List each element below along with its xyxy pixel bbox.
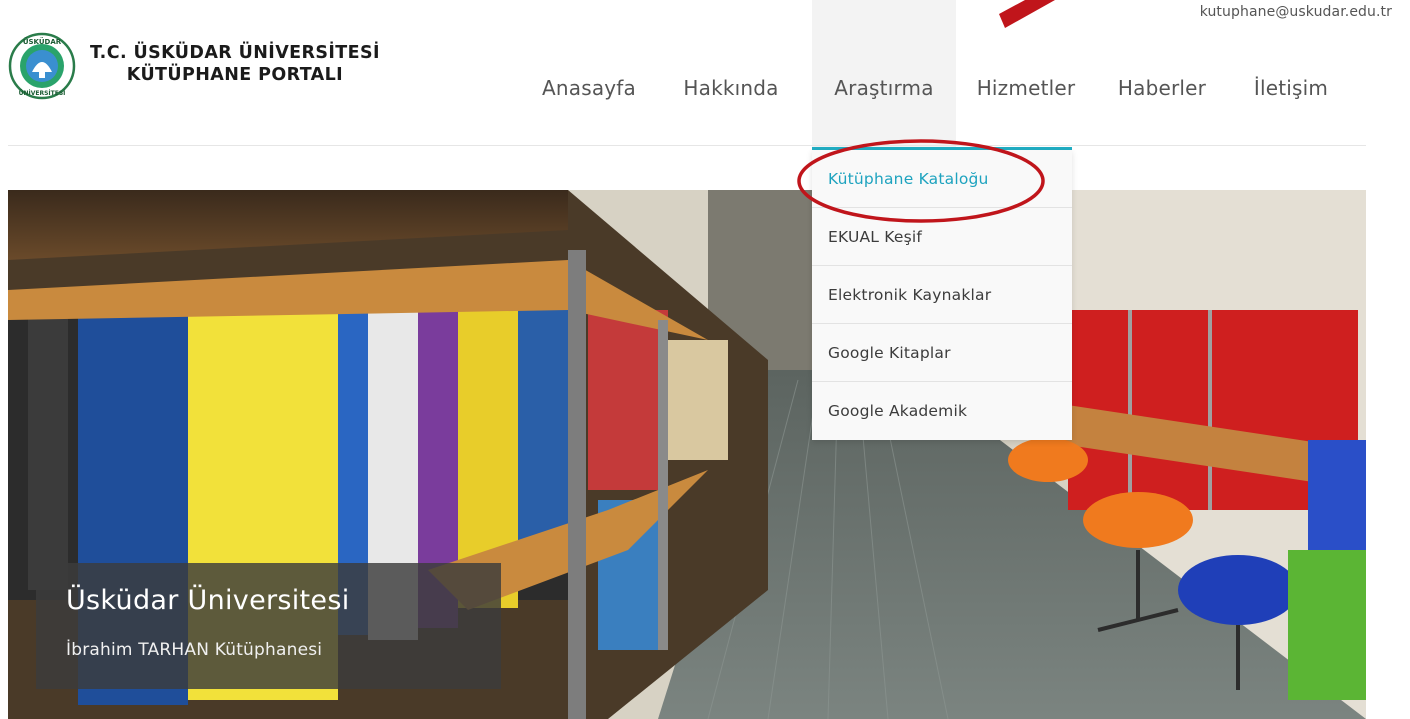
nav-item-haberler[interactable]: Haberler	[1096, 0, 1228, 150]
logo-text-top: ÜSKÜDAR	[23, 37, 62, 46]
nav-item-anasayfa[interactable]: Anasayfa	[528, 0, 650, 150]
nav-item-arastirma[interactable]: Araştırma	[812, 0, 1072, 150]
brand-line-1: T.C. ÜSKÜDAR ÜNİVERSİTESİ	[90, 43, 380, 63]
research-dropdown-menu: Kütüphane Kataloğu EKUAL Keşif Elektroni…	[812, 150, 1072, 440]
dropdown-item-library-catalog[interactable]: Kütüphane Kataloğu	[812, 150, 1072, 208]
university-logo[interactable]: ÜSKÜDAR ÜNİVERSİTESİ	[8, 32, 76, 100]
caption-title: Üsküdar Üniversitesi	[66, 585, 350, 616]
dropdown-item-electronic-resources[interactable]: Elektronik Kaynaklar	[812, 266, 1072, 324]
brand-line-2: KÜTÜPHANE PORTALI	[126, 65, 344, 85]
hero-caption: Üsküdar Üniversitesi İbrahim TARHAN Kütü…	[36, 563, 501, 689]
nav-item-arastirma-label: Araştırma	[834, 76, 934, 100]
hero-banner: Üsküdar Üniversitesi İbrahim TARHAN Kütü…	[8, 190, 1366, 719]
dropdown-item-google-books[interactable]: Google Kitaplar	[812, 324, 1072, 382]
main-nav: Anasayfa Hakkında Araştırma Hizmetler Ha…	[528, 0, 1354, 150]
dropdown-item-google-scholar[interactable]: Google Akademik	[812, 382, 1072, 440]
nav-item-hizmetler[interactable]: Hizmetler	[956, 0, 1096, 150]
brand-title[interactable]: T.C. ÜSKÜDAR ÜNİVERSİTESİ KÜTÜPHANE PORT…	[90, 42, 380, 86]
logo-text-bottom: ÜNİVERSİTESİ	[19, 90, 66, 97]
header-divider	[8, 145, 1366, 146]
nav-item-iletisim[interactable]: İletişim	[1228, 0, 1354, 150]
nav-item-hakkinda[interactable]: Hakkında	[650, 0, 812, 150]
caption-subtitle: İbrahim TARHAN Kütüphanesi	[66, 640, 323, 660]
dropdown-item-ekual[interactable]: EKUAL Keşif	[812, 208, 1072, 266]
